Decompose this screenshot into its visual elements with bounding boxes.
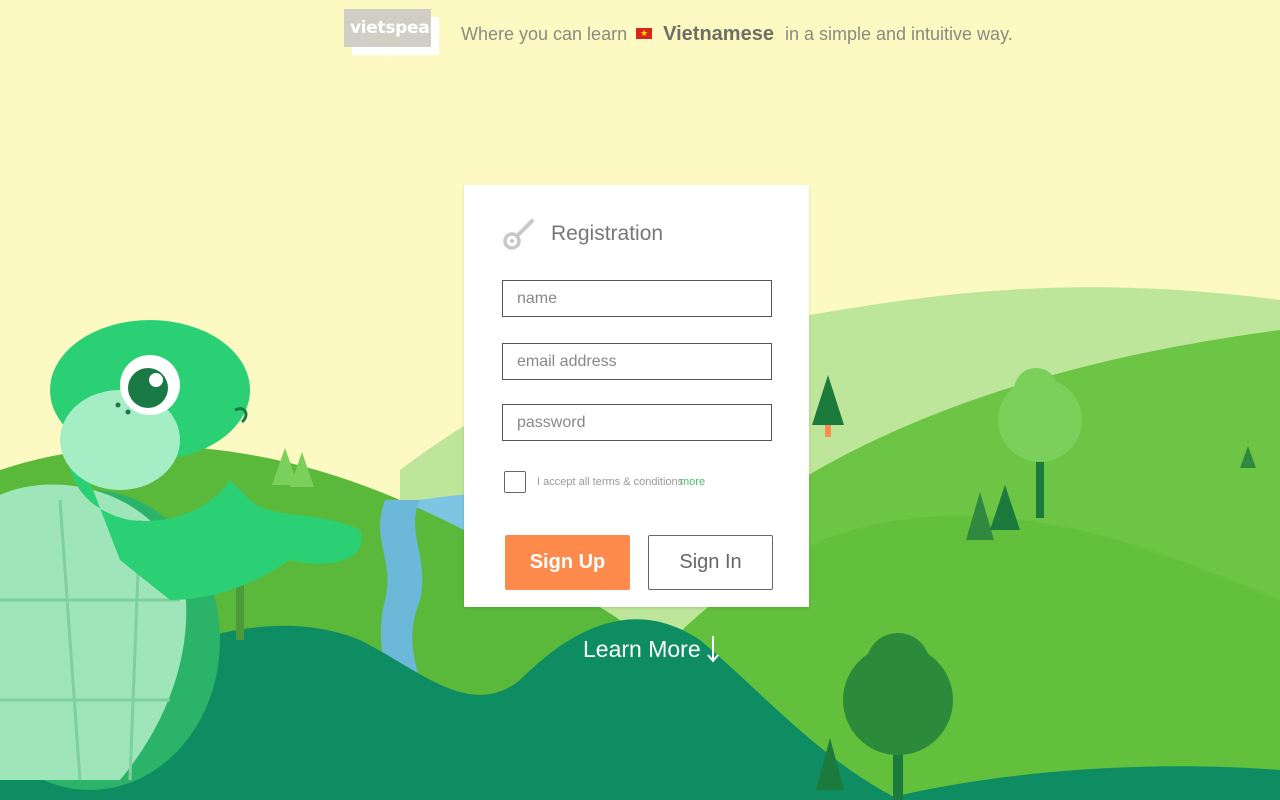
tagline: Where you can learn ★ Vietnamese in a si…	[461, 23, 1013, 46]
tagline-before: Where you can learn	[461, 24, 628, 44]
sign-in-button[interactable]: Sign In	[648, 535, 773, 590]
logo-box: vietspeak	[344, 9, 441, 47]
learn-more-link[interactable]: Learn More	[583, 634, 719, 664]
name-input[interactable]	[502, 280, 772, 317]
terms-more-link[interactable]: more	[680, 476, 705, 488]
header: vietspeak Where you can learn ★ Vietname…	[344, 9, 1013, 61]
logo-text: vietspeak	[350, 18, 441, 38]
down-arrow-icon	[706, 636, 719, 663]
registration-card: Registration I accept all terms & condit…	[464, 185, 809, 607]
flag-icon: ★	[636, 28, 653, 40]
password-input[interactable]	[502, 404, 772, 441]
sign-up-button[interactable]: Sign Up	[505, 535, 630, 590]
learn-more-label: Learn More	[583, 635, 701, 662]
terms-row: I accept all terms & conditions more	[504, 471, 784, 495]
key-icon	[503, 219, 534, 250]
logo-speech-tail	[378, 47, 398, 57]
language-name: Vietnamese	[663, 23, 774, 45]
terms-checkbox[interactable]	[504, 471, 526, 493]
card-header: Registration	[502, 217, 782, 251]
terms-label: I accept all terms & conditions	[537, 476, 684, 488]
registration-title: Registration	[551, 222, 664, 245]
email-input[interactable]	[502, 343, 772, 380]
vietspeak-logo[interactable]: vietspeak	[344, 9, 441, 61]
flag-star: ★	[640, 28, 649, 39]
tagline-after: in a simple and intuitive way.	[784, 24, 1013, 44]
